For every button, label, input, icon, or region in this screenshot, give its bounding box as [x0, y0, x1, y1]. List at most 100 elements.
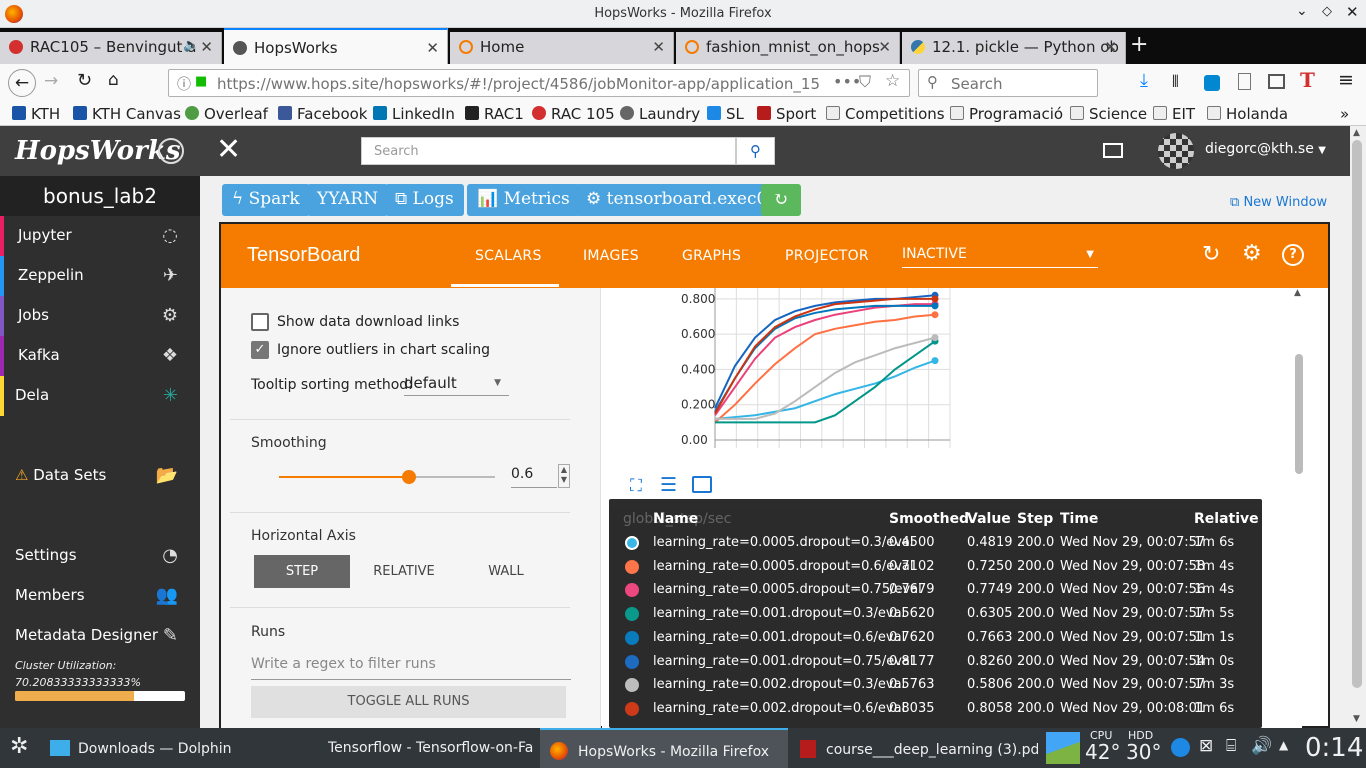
- haxis-step-button[interactable]: STEP: [254, 555, 350, 588]
- hops-search-input[interactable]: Search: [361, 137, 736, 165]
- speaker-icon[interactable]: 🔈: [183, 38, 199, 53]
- tab-pickle[interactable]: 12.1. pickle — Python ob ✕: [902, 32, 1126, 64]
- close-window-icon[interactable]: ✕: [1346, 3, 1359, 21]
- home-icon[interactable]: ⌂: [108, 70, 119, 90]
- close-tab-icon[interactable]: ✕: [1104, 38, 1117, 56]
- sidebar-item-kafka[interactable]: Kafka ❖: [0, 336, 200, 376]
- bookmark-item[interactable]: KTH Canvas: [73, 105, 181, 123]
- expand-tray-icon[interactable]: ▲: [1279, 738, 1288, 752]
- bookmark-folder[interactable]: EIT: [1153, 105, 1195, 123]
- bookmark-folder[interactable]: Science: [1070, 105, 1147, 123]
- scrollbar-thumb[interactable]: [1352, 140, 1362, 688]
- scroll-up-icon[interactable]: ▲: [1353, 128, 1360, 138]
- close-tab-icon[interactable]: ✕: [878, 38, 891, 56]
- bookmark-star-icon[interactable]: ☆: [885, 71, 901, 91]
- ignore-outliers-checkbox[interactable]: ✓: [251, 341, 269, 359]
- url-bar[interactable]: ⓘ ■ https://www.hops.site/hopsworks/#!/p…: [168, 69, 910, 97]
- fullscreen-icon[interactable]: ⛶: [630, 476, 642, 496]
- library-icon[interactable]: ⫴: [1172, 72, 1179, 92]
- close-menu-icon[interactable]: ✕: [216, 132, 241, 167]
- tab-fashion-mnist[interactable]: fashion_mnist_on_hops ✕: [676, 32, 900, 64]
- more-bookmarks-icon[interactable]: »: [1340, 105, 1349, 123]
- maximize-icon[interactable]: ◇: [1322, 4, 1332, 19]
- bookmark-item[interactable]: RAC 105: [532, 105, 615, 123]
- bookmark-item[interactable]: Facebook: [278, 105, 367, 123]
- user-menu[interactable]: diegorc@kth.se ▼: [1205, 141, 1326, 157]
- taskbar-firefox[interactable]: HopsWorks - Mozilla Firefox: [540, 728, 788, 768]
- haxis-wall-button[interactable]: WALL: [458, 555, 554, 588]
- sidebar-item-members[interactable]: Members 👥: [0, 576, 200, 616]
- back-icon[interactable]: ←: [8, 69, 36, 97]
- help-icon[interactable]: ?: [1282, 244, 1304, 266]
- tab-projector[interactable]: PROJECTOR: [785, 248, 869, 264]
- search-button[interactable]: ⚲: [736, 137, 775, 165]
- runs-filter-input[interactable]: Write a regex to filter runs: [251, 656, 571, 680]
- pocket-icon[interactable]: ⛉: [859, 72, 872, 92]
- translate-icon[interactable]: T: [1300, 68, 1315, 92]
- reload-icon[interactable]: ↻: [1202, 242, 1220, 267]
- taskbar-tensorflow[interactable]: Tensorflow - Tensorflow-on-Fas...: [328, 728, 533, 768]
- search-input[interactable]: ⚲ Search: [918, 69, 1098, 97]
- scrollbar-thumb[interactable]: [1295, 354, 1303, 474]
- fit-domain-icon[interactable]: [692, 476, 712, 493]
- show-download-checkbox[interactable]: [251, 313, 269, 331]
- new-tab-icon[interactable]: +: [1130, 32, 1148, 57]
- yarn-button[interactable]: YYARN: [307, 184, 389, 216]
- avatar[interactable]: [1158, 133, 1194, 169]
- sidebar-toggle-icon[interactable]: [1268, 74, 1285, 89]
- logs-button[interactable]: ⧉ Logs: [385, 184, 464, 216]
- spark-button[interactable]: ϟ Spark: [222, 184, 310, 216]
- info-icon[interactable]: ⓘ: [177, 74, 191, 94]
- haxis-relative-button[interactable]: RELATIVE: [356, 555, 452, 588]
- sidebar-item-metadata[interactable]: Metadata Designer ✎: [0, 616, 200, 656]
- mail-icon[interactable]: [1103, 143, 1123, 158]
- bookmark-folder[interactable]: Competitions: [826, 105, 945, 123]
- sidebar-item-jupyter[interactable]: Jupyter ◌: [0, 216, 200, 256]
- close-tab-icon[interactable]: ✕: [426, 39, 439, 57]
- bookmark-item[interactable]: RAC1: [465, 105, 524, 123]
- bookmark-item[interactable]: Laundry: [620, 105, 700, 123]
- sidebar-item-zeppelin[interactable]: Zeppelin ✈: [0, 256, 200, 296]
- close-tab-icon[interactable]: ✕: [200, 38, 213, 56]
- stepper-icon[interactable]: ▲ ▼: [558, 464, 570, 488]
- hopsworks-logo[interactable]: HopsWorks: [15, 136, 181, 166]
- new-window-link[interactable]: ⧉ New Window: [1230, 195, 1327, 210]
- scroll-up-icon[interactable]: ▲: [1294, 288, 1301, 298]
- bookmark-folder[interactable]: Programació: [950, 105, 1063, 123]
- tab-scalars[interactable]: SCALARS: [475, 248, 542, 264]
- page-actions-icon[interactable]: •••: [829, 72, 862, 91]
- reload-icon[interactable]: ↻: [77, 70, 92, 91]
- tab-graphs[interactable]: GRAPHS: [682, 248, 741, 264]
- sidebar-item-dela[interactable]: Dela ✳: [0, 376, 200, 416]
- smoothing-input[interactable]: 0.6: [511, 466, 557, 488]
- weather-icon[interactable]: [1046, 732, 1080, 764]
- reader-icon[interactable]: [1238, 73, 1251, 90]
- smoothing-slider-handle[interactable]: [401, 470, 416, 484]
- tooltip-sorting-dropdown[interactable]: default ▼: [404, 374, 509, 396]
- sidebar-item-datasets[interactable]: ⚠ Data Sets 📂: [0, 456, 200, 496]
- app-launcher-icon[interactable]: ✲: [10, 734, 28, 759]
- bookmark-folder[interactable]: Holanda: [1207, 105, 1288, 123]
- shazam-icon[interactable]: [1204, 75, 1220, 91]
- scrollbar[interactable]: ▲: [1294, 288, 1304, 726]
- sidebar-item-jobs[interactable]: Jobs ⚙: [0, 296, 200, 336]
- settings-gear-icon[interactable]: ⚙: [1242, 241, 1262, 266]
- tab-images[interactable]: IMAGES: [583, 248, 639, 264]
- taskbar-dolphin[interactable]: Downloads — Dolphin: [50, 728, 310, 768]
- bookmark-item[interactable]: SL: [707, 105, 744, 123]
- minimize-icon[interactable]: ⌄: [1296, 3, 1308, 19]
- refresh-button[interactable]: ↻: [761, 184, 801, 216]
- screenshot-icon[interactable]: ⊠: [1199, 736, 1213, 756]
- taskbar-pdf[interactable]: course___deep_learning (3).pdf ...: [800, 728, 1038, 768]
- bookmark-item[interactable]: Overleaf: [185, 105, 268, 123]
- page-scrollbar[interactable]: ▲ ▼: [1350, 126, 1366, 728]
- bookmark-item[interactable]: LinkedIn: [373, 105, 455, 123]
- sidebar-item-settings[interactable]: Settings ◔: [0, 536, 200, 576]
- tensorboard-button[interactable]: ⚙ tensorboard.exec0: [576, 184, 778, 216]
- metrics-button[interactable]: 📊 Metrics: [467, 184, 580, 216]
- inactive-dropdown[interactable]: INACTIVE ▼: [902, 246, 1098, 268]
- smoothing-slider-track[interactable]: [279, 470, 495, 484]
- volume-icon[interactable]: 🔊: [1251, 736, 1272, 756]
- network-icon[interactable]: ⌸: [1226, 736, 1236, 756]
- steam-icon[interactable]: [1171, 738, 1190, 757]
